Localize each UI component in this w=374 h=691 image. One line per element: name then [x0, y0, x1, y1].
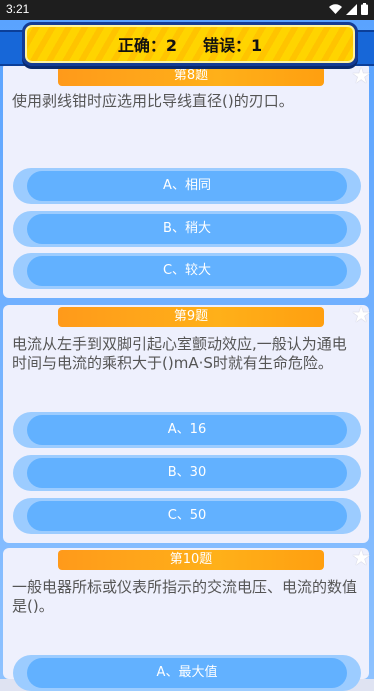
- status-time: 3:21: [6, 2, 30, 16]
- star-icon[interactable]: ★: [351, 548, 371, 570]
- option-label: A、相同: [27, 171, 347, 201]
- option-b[interactable]: B、稍大: [13, 211, 361, 247]
- question-number-badge: 第8题: [46, 66, 324, 86]
- option-a[interactable]: A、最大值: [13, 655, 361, 691]
- question-text: 电流从左手到双脚引起心室颤动效应,一般认为通电时间与电流的乘积大于()mA·S时…: [12, 335, 347, 372]
- option-c[interactable]: C、较大: [13, 253, 361, 289]
- option-label: A、16: [27, 415, 347, 445]
- option-c[interactable]: C、50: [13, 498, 361, 534]
- correct-count: 正确：2: [117, 36, 177, 55]
- option-a[interactable]: A、相同: [13, 168, 361, 204]
- signal-icon: [346, 3, 357, 15]
- star-icon[interactable]: ★: [351, 66, 371, 88]
- option-label: B、稍大: [27, 214, 347, 244]
- star-icon[interactable]: ★: [351, 305, 371, 327]
- question-card-8: 第8题 ★ 使用剥线钳时应选用比导线直径()的刃口。 A、相同 B、稍大 C、较…: [3, 62, 371, 298]
- question-number-badge: 第9题: [46, 307, 324, 327]
- status-bar: 3:21: [0, 0, 374, 20]
- question-card-10: 第10题 ★ 一般电器所标或仪表所指示的交流电压、电流的数值是()。 A、最大值: [3, 548, 371, 691]
- question-text: 一般电器所标或仪表所指示的交流电压、电流的数值是()。: [12, 578, 358, 615]
- option-b[interactable]: B、30: [13, 455, 361, 491]
- battery-icon: [361, 3, 368, 15]
- wifi-icon: [329, 3, 342, 14]
- score-header: 正确：2 错误：1: [0, 20, 374, 66]
- option-label: C、50: [27, 501, 347, 531]
- option-a[interactable]: A、16: [13, 412, 361, 448]
- wrong-count: 错误：1: [203, 36, 263, 55]
- option-label: A、最大值: [27, 658, 347, 688]
- score-banner: 正确：2 错误：1: [22, 22, 358, 66]
- question-card-9: 第9题 ★ 电流从左手到双脚引起心室颤动效应,一般认为通电时间与电流的乘积大于(…: [3, 305, 371, 543]
- question-number-badge: 第10题: [46, 550, 324, 570]
- question-text: 使用剥线钳时应选用比导线直径()的刃口。: [12, 92, 294, 110]
- option-label: B、30: [27, 458, 347, 488]
- option-label: C、较大: [27, 256, 347, 286]
